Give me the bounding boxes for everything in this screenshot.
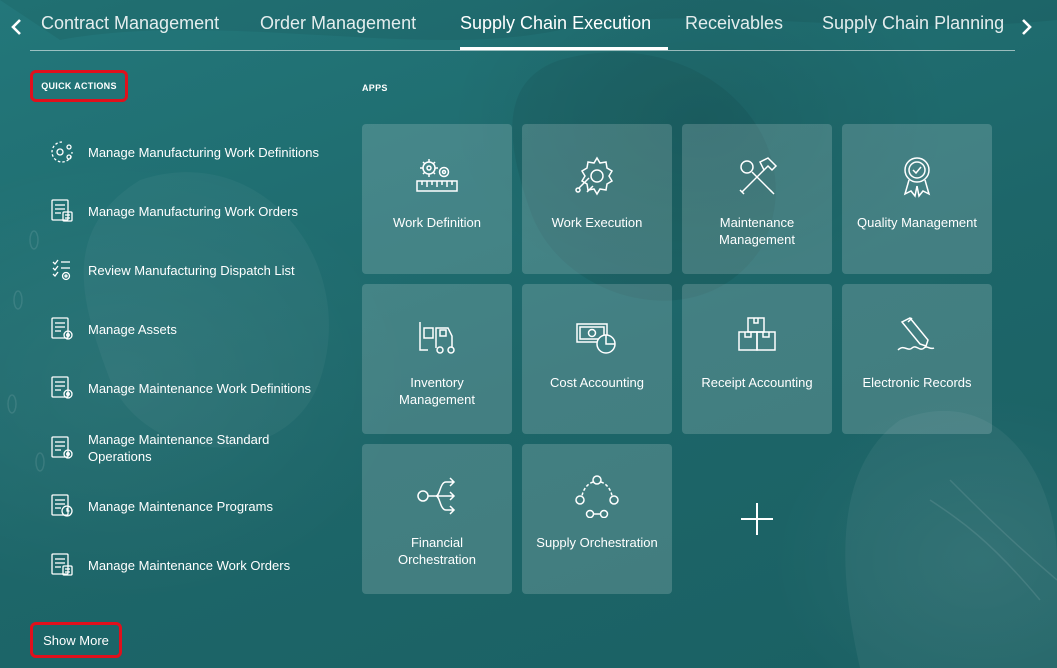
app-tile-supply-orchestration[interactable]: Supply Orchestration [522,444,672,594]
tab-order-management[interactable]: Order Management [260,13,416,34]
asset-list-icon [46,313,78,345]
add-app-button[interactable] [682,444,832,594]
signature-pen-icon [892,314,942,358]
award-ribbon-icon [892,154,942,198]
app-tile-label: Financial Orchestration [397,535,477,567]
show-more-label: Show More [43,632,109,648]
app-tile-cost-accounting[interactable]: Cost Accounting [522,284,672,434]
chevron-right-icon [1022,19,1032,35]
quick-action-manage-maintenance-programs[interactable]: Manage Maintenance Programs [46,490,346,522]
dispatch-list-icon [46,254,78,286]
quick-action-manage-assets[interactable]: Manage Assets [46,313,346,345]
quick-action-label: Manage Manufacturing Work Orders [88,203,299,219]
quick-actions-heading: QUICK ACTIONS [41,81,117,91]
tab-supply-chain-planning[interactable]: Supply Chain Planning [822,13,1004,34]
plus-icon [741,503,773,535]
nav-scroll-left-button[interactable] [6,12,28,42]
quick-action-label: Manage Manufacturing Work Definitions [88,144,319,160]
forklift-icon [412,314,462,358]
active-tab-indicator [460,47,668,50]
app-tile-label: Electronic Records [862,375,972,390]
cycle-nodes-icon [572,474,622,518]
app-tile-electronic-records[interactable]: Electronic Records [842,284,992,434]
app-tile-label: Work Execution [551,215,643,230]
quick-action-label: Review Manufacturing Dispatch List [88,262,295,278]
app-tile-financial-orchestration[interactable]: Financial Orchestration [362,444,512,594]
work-definition-icon [46,136,78,168]
app-tile-label: Receipt Accounting [701,375,813,390]
app-tile-quality-management[interactable]: Quality Management [842,124,992,274]
app-tile-label: Inventory Management [399,375,475,407]
maintenance-work-order-icon [46,549,78,581]
tab-receivables[interactable]: Receivables [685,13,783,34]
gears-ruler-icon [412,154,462,198]
maintenance-definition-icon [46,372,78,404]
top-navigation: Contract Management Order Management Sup… [0,0,1057,52]
app-tile-label: Quality Management [857,215,977,230]
quick-action-label: Manage Maintenance Programs [88,498,273,514]
app-tile-label: Work Definition [393,215,481,230]
app-tile-receipt-accounting[interactable]: Receipt Accounting [682,284,832,434]
quick-action-label: Manage Maintenance Standard Operations [88,432,270,464]
tab-contract-management[interactable]: Contract Management [41,13,219,34]
show-more-button[interactable]: Show More [30,622,122,658]
quick-actions-heading-highlight: QUICK ACTIONS [30,70,128,102]
boxes-icon [732,314,782,358]
tab-supply-chain-execution[interactable]: Supply Chain Execution [460,13,651,34]
quick-action-label: Manage Assets [88,321,177,337]
app-tile-work-execution[interactable]: Work Execution [522,124,672,274]
app-tile-inventory-management[interactable]: Inventory Management [362,284,512,434]
quick-action-manage-maintenance-work-orders[interactable]: Manage Maintenance Work Orders [46,549,346,581]
quick-action-label: Manage Maintenance Work Definitions [88,380,312,396]
app-tile-label: Supply Orchestration [536,535,658,550]
quick-action-manage-manufacturing-work-definitions[interactable]: Manage Manufacturing Work Definitions [46,136,346,168]
flow-arrows-icon [412,474,462,518]
apps-heading: APPS [362,83,388,93]
maintenance-program-icon [46,490,78,522]
quick-action-manage-maintenance-standard-operations[interactable]: Manage Maintenance Standard Operations [46,431,346,465]
hammer-wrench-icon [732,154,782,198]
standard-operations-icon [46,432,78,464]
quick-action-manage-manufacturing-work-orders[interactable]: Manage Manufacturing Work Orders [46,195,346,227]
work-order-icon [46,195,78,227]
app-tile-label: Cost Accounting [550,375,644,390]
category-tabs: Contract Management Order Management Sup… [30,0,1015,51]
app-tile-work-definition[interactable]: Work Definition [362,124,512,274]
quick-action-label: Manage Maintenance Work Orders [88,557,291,573]
gear-wrench-icon [572,154,622,198]
chevron-left-icon [11,19,21,35]
quick-action-review-manufacturing-dispatch-list[interactable]: Review Manufacturing Dispatch List [46,254,346,286]
money-chart-icon [572,314,622,358]
app-tile-maintenance-management[interactable]: Maintenance Management [682,124,832,274]
quick-action-manage-maintenance-work-definitions[interactable]: Manage Maintenance Work Definitions [46,372,346,404]
app-tile-label: Maintenance Management [719,215,795,247]
nav-scroll-right-button[interactable] [1015,12,1037,42]
